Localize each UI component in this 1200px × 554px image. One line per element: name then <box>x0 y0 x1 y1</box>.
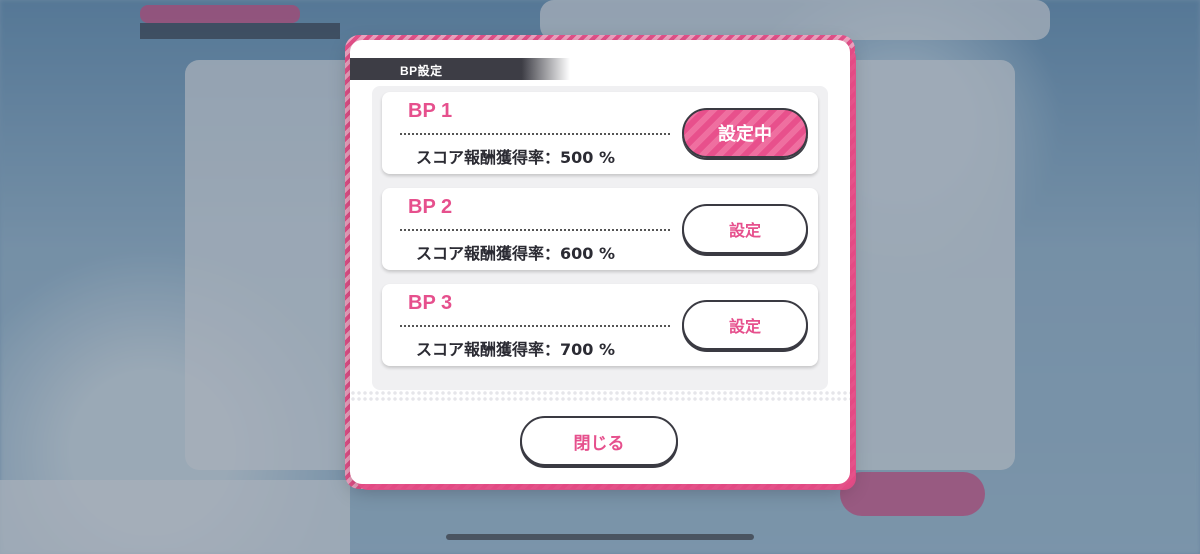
bp-name: BP 2 <box>408 196 453 218</box>
bp-2-set-button[interactable]: 設定 <box>682 204 808 254</box>
bp-card-3: BP 3 スコア報酬獲得率：700 % 設定 <box>382 284 818 366</box>
list-dots-divider <box>350 390 850 402</box>
bp-settings-dialog: BP設定 BP 1 スコア報酬獲得率：500 % 設定中 BP 2 スコア報酬獲… <box>350 40 850 484</box>
bp-card-2: BP 2 スコア報酬獲得率：600 % 設定 <box>382 188 818 270</box>
bp-score-rate: スコア報酬獲得率：600 % <box>416 244 616 263</box>
bp-score-rate: スコア報酬獲得率：500 % <box>416 148 616 167</box>
dialog-title-bar <box>350 58 570 80</box>
dotted-divider <box>400 325 670 327</box>
dotted-divider <box>400 133 670 135</box>
close-button[interactable]: 閉じる <box>520 416 678 466</box>
bp-3-set-button[interactable]: 設定 <box>682 300 808 350</box>
dotted-divider <box>400 229 670 231</box>
bp-1-active-button[interactable]: 設定中 <box>682 108 808 158</box>
bp-name: BP 3 <box>408 292 453 314</box>
bp-score-rate: スコア報酬獲得率：700 % <box>416 340 616 359</box>
home-indicator[interactable] <box>446 534 754 540</box>
dialog-title: BP設定 <box>400 64 443 78</box>
bp-card-1: BP 1 スコア報酬獲得率：500 % 設定中 <box>382 92 818 174</box>
bp-name: BP 1 <box>408 100 453 122</box>
